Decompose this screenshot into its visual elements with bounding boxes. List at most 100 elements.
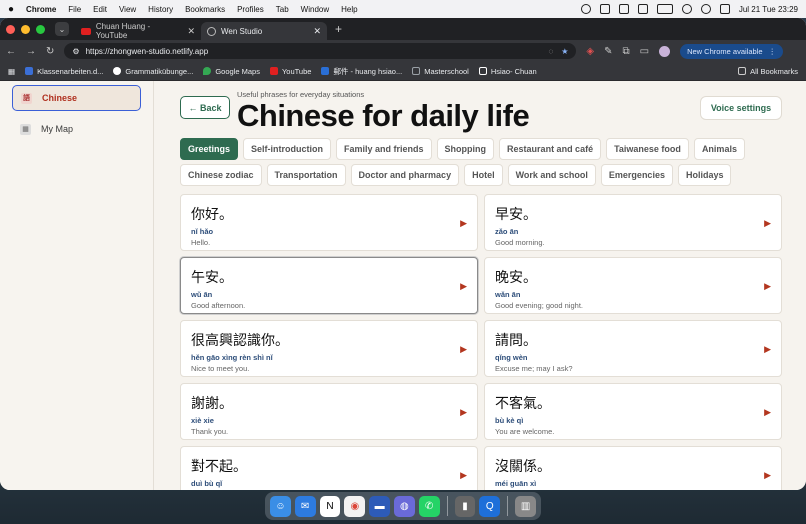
play-icon[interactable]: ▶: [764, 218, 771, 229]
back-icon[interactable]: ←: [6, 46, 16, 57]
play-icon[interactable]: ▶: [764, 344, 771, 355]
tab-emergencies[interactable]: Emergencies: [600, 164, 673, 186]
all-bookmarks[interactable]: All Bookmarks: [738, 67, 798, 76]
menu-app-name[interactable]: Chrome: [26, 5, 56, 14]
play-icon[interactable]: ▶: [460, 281, 467, 292]
tab-greetings[interactable]: Greetings: [180, 138, 239, 160]
play-icon[interactable]: ▶: [460, 344, 467, 355]
storage-icon[interactable]: ▮: [454, 495, 476, 517]
close-icon[interactable]: ✕: [187, 26, 195, 37]
play-icon[interactable]: ▶: [764, 470, 771, 481]
tab-shopping[interactable]: Shopping: [436, 138, 495, 160]
phrase-card[interactable]: 不客氣。 bù kè qì You are welcome. ▶: [484, 383, 782, 440]
bookmark-hsiao-chuan[interactable]: Hsiao- Chuan: [478, 67, 537, 76]
finder-icon[interactable]: ☺: [270, 495, 291, 517]
tab-youtube[interactable]: Chuan Huang - YouTube ✕: [75, 22, 201, 40]
menu-edit[interactable]: Edit: [93, 5, 107, 14]
menu-file[interactable]: File: [68, 5, 81, 14]
menu-profiles[interactable]: Profiles: [237, 5, 264, 14]
controller-icon[interactable]: [599, 4, 610, 14]
phrase-card[interactable]: 沒關係。 méi guān xì ▶: [484, 446, 782, 490]
battery-icon[interactable]: [656, 4, 673, 14]
menu-help[interactable]: Help: [341, 5, 357, 14]
new-tab-button[interactable]: +: [335, 22, 342, 36]
tab-transportation[interactable]: Transportation: [266, 164, 346, 186]
tab-self-introduction[interactable]: Self-introduction: [243, 138, 332, 160]
search-icon[interactable]: [700, 4, 711, 14]
play-icon[interactable]: ▶: [764, 407, 771, 418]
phrase-card[interactable]: 很高興認識你。 hěn gāo xìng rèn shì nǐ Nice to …: [180, 320, 478, 377]
quicktime-icon[interactable]: Q: [479, 495, 501, 517]
notion-icon[interactable]: [618, 4, 629, 14]
bookmark-masterschool[interactable]: Masterschool: [412, 67, 469, 76]
phrase-card[interactable]: 對不起。 duì bù qǐ ▶: [180, 446, 478, 490]
tab-animals[interactable]: Animals: [693, 138, 745, 160]
files-icon[interactable]: ▬: [369, 495, 391, 517]
discord-icon[interactable]: ◍: [394, 495, 415, 517]
side-panel-icon[interactable]: ▭: [640, 46, 649, 57]
menu-view[interactable]: View: [119, 5, 136, 14]
status-icon[interactable]: [580, 4, 591, 14]
voice-settings-button[interactable]: Voice settings: [700, 96, 782, 120]
tab-family-and-friends[interactable]: Family and friends: [336, 138, 432, 160]
site-info-icon[interactable]: ⚙: [72, 47, 79, 56]
trash-icon[interactable]: ▥: [515, 495, 536, 517]
phrase-card[interactable]: 早安。 zǎo ān Good morning. ▶: [484, 194, 782, 251]
profile-avatar[interactable]: [659, 45, 671, 57]
bookmark-youtube[interactable]: YouTube: [269, 67, 311, 76]
keyboard-icon[interactable]: [637, 4, 648, 14]
notion-icon[interactable]: N: [319, 495, 341, 517]
reload-icon[interactable]: ↻: [46, 46, 54, 57]
phrase-card[interactable]: 你好。 nǐ hǎo Hello. ▶: [180, 194, 478, 251]
play-icon[interactable]: ▶: [764, 281, 771, 292]
extensions-puzzle-icon[interactable]: ⧉: [622, 46, 629, 57]
close-window-button[interactable]: [6, 24, 15, 34]
sidebar-item-my-map[interactable]: ▦ My Map: [12, 116, 141, 142]
wifi-icon[interactable]: [681, 4, 692, 14]
pen-extension-icon[interactable]: ✎: [604, 46, 612, 57]
bookmark-mail[interactable]: 郵件 - huang hsiao...: [321, 66, 402, 77]
tab-restaurant-and-cafe[interactable]: Restaurant and café: [499, 138, 602, 160]
play-icon[interactable]: ▶: [460, 407, 467, 418]
phrase-card[interactable]: 午安。 wǔ ān Good afternoon. ▶: [180, 257, 478, 314]
back-button[interactable]: ← Back: [180, 96, 230, 119]
minimize-window-button[interactable]: [21, 24, 30, 34]
bookmark-grammatik[interactable]: Grammatikübunge...: [113, 67, 193, 76]
bookmark-google-maps[interactable]: Google Maps: [203, 67, 260, 76]
menu-bookmarks[interactable]: Bookmarks: [185, 5, 225, 14]
chrome-update-button[interactable]: New Chrome available ⋮: [680, 43, 784, 59]
apps-grid-icon[interactable]: ▦: [8, 67, 15, 76]
tab-chinese-zodiac[interactable]: Chinese zodiac: [180, 164, 262, 186]
play-icon[interactable]: ▶: [460, 470, 467, 481]
address-bar[interactable]: ⚙ https://zhongwen-studio.netlify.app ◌ …: [64, 43, 577, 59]
whatsapp-icon[interactable]: ✆: [418, 495, 440, 517]
sidebar-item-chinese[interactable]: 語 Chinese: [12, 85, 141, 111]
play-icon[interactable]: ▶: [460, 218, 467, 229]
eye-slash-icon[interactable]: ◌: [548, 47, 553, 56]
bookmark-klassenarbeiten[interactable]: Klassenarbeiten.d...: [25, 67, 103, 76]
mail-icon[interactable]: ✉: [294, 495, 316, 517]
shield-extension-icon[interactable]: ◈: [586, 46, 594, 57]
control-center-icon[interactable]: [719, 4, 730, 14]
tab-wen-studio[interactable]: Wen Studio ✕: [201, 22, 327, 40]
close-icon[interactable]: ✕: [313, 26, 321, 37]
clock[interactable]: Jul 21 Tue 23:29: [739, 5, 798, 14]
phrase-card[interactable]: 晚安。 wǎn ān Good evening; good night. ▶: [484, 257, 782, 314]
chrome-icon[interactable]: ◉: [344, 495, 366, 517]
tab-search-button[interactable]: ⌄: [55, 22, 69, 36]
apple-icon[interactable]: ●: [8, 4, 14, 15]
menu-history[interactable]: History: [148, 5, 173, 14]
tab-taiwanese-food[interactable]: Taiwanese food: [606, 138, 689, 160]
tab-holidays[interactable]: Holidays: [677, 164, 732, 186]
phrase-card[interactable]: 請問。 qǐng wèn Excuse me; may I ask? ▶: [484, 320, 782, 377]
menu-tab[interactable]: Tab: [276, 5, 289, 14]
tab-doctor-and-pharmacy[interactable]: Doctor and pharmacy: [350, 164, 460, 186]
forward-icon[interactable]: →: [26, 46, 36, 57]
menu-window[interactable]: Window: [301, 5, 329, 14]
phrase-card[interactable]: 謝謝。 xiè xie Thank you. ▶: [180, 383, 478, 440]
tab-hotel[interactable]: Hotel: [464, 164, 503, 186]
zoom-window-button[interactable]: [36, 24, 45, 34]
tab-work-and-school[interactable]: Work and school: [507, 164, 596, 186]
url-text[interactable]: https://zhongwen-studio.netlify.app: [86, 47, 209, 56]
bookmark-star-icon[interactable]: ★: [561, 47, 568, 56]
